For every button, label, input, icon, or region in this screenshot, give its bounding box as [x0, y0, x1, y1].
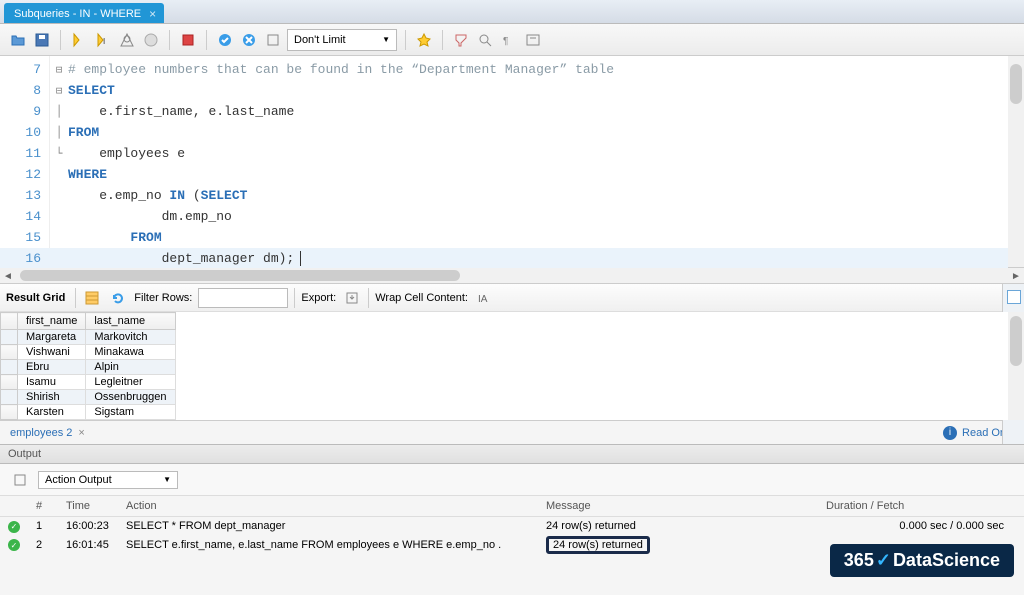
output-title: Output: [8, 448, 41, 460]
refresh-icon[interactable]: [108, 288, 128, 308]
sql-editor[interactable]: 78910111213141516 ⊟⊟││└ # employee numbe…: [0, 56, 1024, 268]
brand-num: 365: [844, 550, 874, 571]
line-gutter: 78910111213141516: [0, 56, 50, 267]
output-row[interactable]: ✓116:00:23SELECT * FROM dept_manager24 r…: [0, 517, 1024, 536]
chevron-down-icon: ▼: [163, 475, 171, 484]
result-tab[interactable]: employees 2 ×: [10, 427, 85, 439]
horizontal-scrollbar[interactable]: ◄ ►: [0, 268, 1024, 284]
snippet-icon[interactable]: [523, 30, 543, 50]
grid-vertical-scrollbar[interactable]: [1008, 312, 1024, 420]
toggle-whitespace-icon[interactable]: ¶: [499, 30, 519, 50]
rollback-icon[interactable]: [239, 30, 259, 50]
wrap-cell-icon[interactable]: IA: [474, 288, 494, 308]
code-area[interactable]: # employee numbers that can be found in …: [68, 56, 1024, 267]
limit-rows-value: Don't Limit: [294, 34, 346, 46]
find-icon[interactable]: [475, 30, 495, 50]
watermark: 365✓DataScience: [830, 544, 1014, 577]
close-icon[interactable]: ×: [149, 7, 156, 21]
execute-icon[interactable]: [69, 30, 89, 50]
table-row[interactable]: EbruAlpin: [1, 360, 176, 375]
chevron-down-icon: ▼: [382, 35, 390, 44]
result-grid[interactable]: first_namelast_nameMargaretaMarkovitchVi…: [0, 312, 1024, 420]
commit-icon[interactable]: [215, 30, 235, 50]
format-icon[interactable]: [451, 30, 471, 50]
table-row[interactable]: KrassimirWegerle: [1, 420, 176, 421]
result-grid-toolbar: Result Grid Filter Rows: Export: Wrap Ce…: [0, 284, 1024, 312]
svg-text:¶: ¶: [503, 36, 508, 47]
output-type-combo[interactable]: Action Output ▼: [38, 471, 178, 489]
limit-rows-combo[interactable]: Don't Limit ▼: [287, 29, 397, 51]
check-icon: ✓: [876, 550, 891, 571]
brand-name: DataScience: [893, 550, 1000, 571]
editor-tab[interactable]: Subqueries - IN - WHERE ×: [4, 3, 164, 23]
wrap-cell-label: Wrap Cell Content:: [375, 292, 468, 304]
fold-gutter: ⊟⊟││└: [50, 56, 68, 267]
toggle-limit-icon[interactable]: [263, 30, 283, 50]
beautify-icon[interactable]: [414, 30, 434, 50]
filter-rows-input[interactable]: [198, 288, 288, 308]
clear-output-icon[interactable]: [10, 470, 30, 490]
svg-text:IA: IA: [478, 294, 488, 305]
result-tab-label: employees 2: [10, 427, 72, 439]
close-icon[interactable]: ×: [78, 427, 84, 439]
stop-icon[interactable]: [141, 30, 161, 50]
status-ok-icon: ✓: [8, 521, 20, 533]
toggle-autocommit-icon[interactable]: [178, 30, 198, 50]
editor-tab-bar: Subqueries - IN - WHERE ×: [0, 0, 1024, 24]
save-icon[interactable]: [32, 30, 52, 50]
scroll-left-icon[interactable]: ◄: [0, 268, 16, 284]
open-file-icon[interactable]: [8, 30, 28, 50]
table-row[interactable]: MargaretaMarkovitch: [1, 330, 176, 345]
scroll-right-icon[interactable]: ►: [1008, 268, 1024, 284]
column-header[interactable]: last_name: [86, 313, 175, 330]
status-ok-icon: ✓: [8, 539, 20, 551]
grid-view-icon[interactable]: [82, 288, 102, 308]
table-row[interactable]: VishwaniMinakawa: [1, 345, 176, 360]
output-header: Output: [0, 444, 1024, 464]
export-icon[interactable]: [342, 288, 362, 308]
table-row[interactable]: ShirishOssenbruggen: [1, 390, 176, 405]
sql-toolbar: I Don't Limit ▼ ¶: [0, 24, 1024, 56]
table-row[interactable]: KarstenSigstam: [1, 405, 176, 420]
result-grid-title: Result Grid: [6, 292, 65, 304]
output-controls: Action Output ▼: [0, 464, 1024, 496]
explain-icon[interactable]: [117, 30, 137, 50]
info-icon: i: [943, 426, 957, 440]
export-label: Export:: [301, 292, 336, 304]
column-header[interactable]: first_name: [18, 313, 86, 330]
output-type-value: Action Output: [45, 474, 112, 486]
filter-rows-label: Filter Rows:: [134, 292, 192, 304]
tab-title: Subqueries - IN - WHERE: [14, 8, 141, 20]
result-footer: employees 2 × i Read Only: [0, 420, 1024, 444]
execute-current-icon[interactable]: I: [93, 30, 113, 50]
table-row[interactable]: IsamuLegleitner: [1, 375, 176, 390]
svg-text:I: I: [103, 37, 105, 46]
